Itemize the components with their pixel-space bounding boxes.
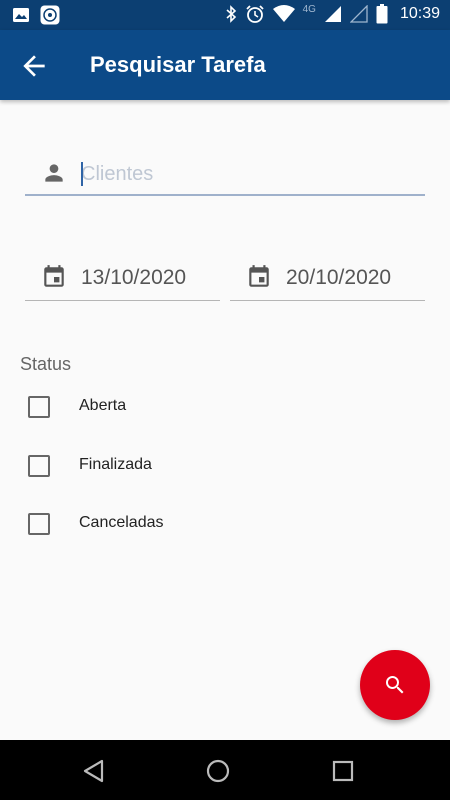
app-bar: Pesquisar Tarefa [0, 30, 450, 100]
checkbox-aberta[interactable]: Aberta [28, 394, 126, 420]
page-title: Pesquisar Tarefa [90, 52, 266, 77]
bluetooth-icon [226, 5, 236, 23]
calendar-icon [249, 265, 269, 287]
person-icon [45, 164, 63, 182]
signal-empty-icon [349, 5, 368, 23]
search-button[interactable] [360, 650, 430, 720]
client-field[interactable] [25, 150, 425, 196]
text-cursor [81, 162, 83, 186]
home-circle-icon [206, 759, 230, 783]
end-date-value: 20/10/2020 [286, 266, 392, 289]
battery-icon [376, 4, 388, 24]
back-triangle-icon [83, 759, 104, 783]
start-date-value: 13/10/2020 [81, 266, 187, 289]
recents-square-icon [332, 760, 354, 782]
signal-icon [324, 6, 341, 22]
checkbox-box[interactable] [28, 455, 50, 477]
image-icon [13, 8, 29, 22]
start-date-field[interactable]: 13/10/2020 [25, 255, 220, 301]
system-icons: 4G 10:39 [225, 4, 440, 24]
nav-back-button[interactable] [81, 758, 107, 784]
checkbox-label: Canceladas [79, 514, 164, 531]
app-icon [40, 5, 60, 25]
search-icon [386, 676, 404, 694]
back-button[interactable] [18, 50, 50, 82]
status-bar: 4G 10:39 [0, 0, 450, 30]
nav-home-button[interactable] [205, 758, 231, 784]
nav-recents-button[interactable] [330, 758, 356, 784]
clock: 10:39 [399, 5, 440, 22]
checkbox-box[interactable] [28, 513, 50, 535]
arrow-back-icon [23, 55, 45, 77]
alarm-icon [245, 5, 264, 23]
checkbox-finalizada[interactable]: Finalizada [28, 453, 152, 479]
checkbox-label: Finalizada [79, 456, 152, 473]
client-search-input[interactable] [81, 159, 411, 189]
notification-icons [12, 5, 60, 25]
status-heading: Status [20, 354, 72, 374]
checkbox-label: Aberta [79, 397, 127, 414]
network-type: 4G [302, 3, 316, 15]
wifi-icon [272, 5, 295, 22]
checkbox-canceladas[interactable]: Canceladas [28, 511, 164, 537]
calendar-icon [44, 265, 64, 287]
checkbox-box[interactable] [28, 396, 50, 418]
end-date-field[interactable]: 20/10/2020 [230, 255, 425, 301]
navigation-bar [0, 740, 450, 800]
